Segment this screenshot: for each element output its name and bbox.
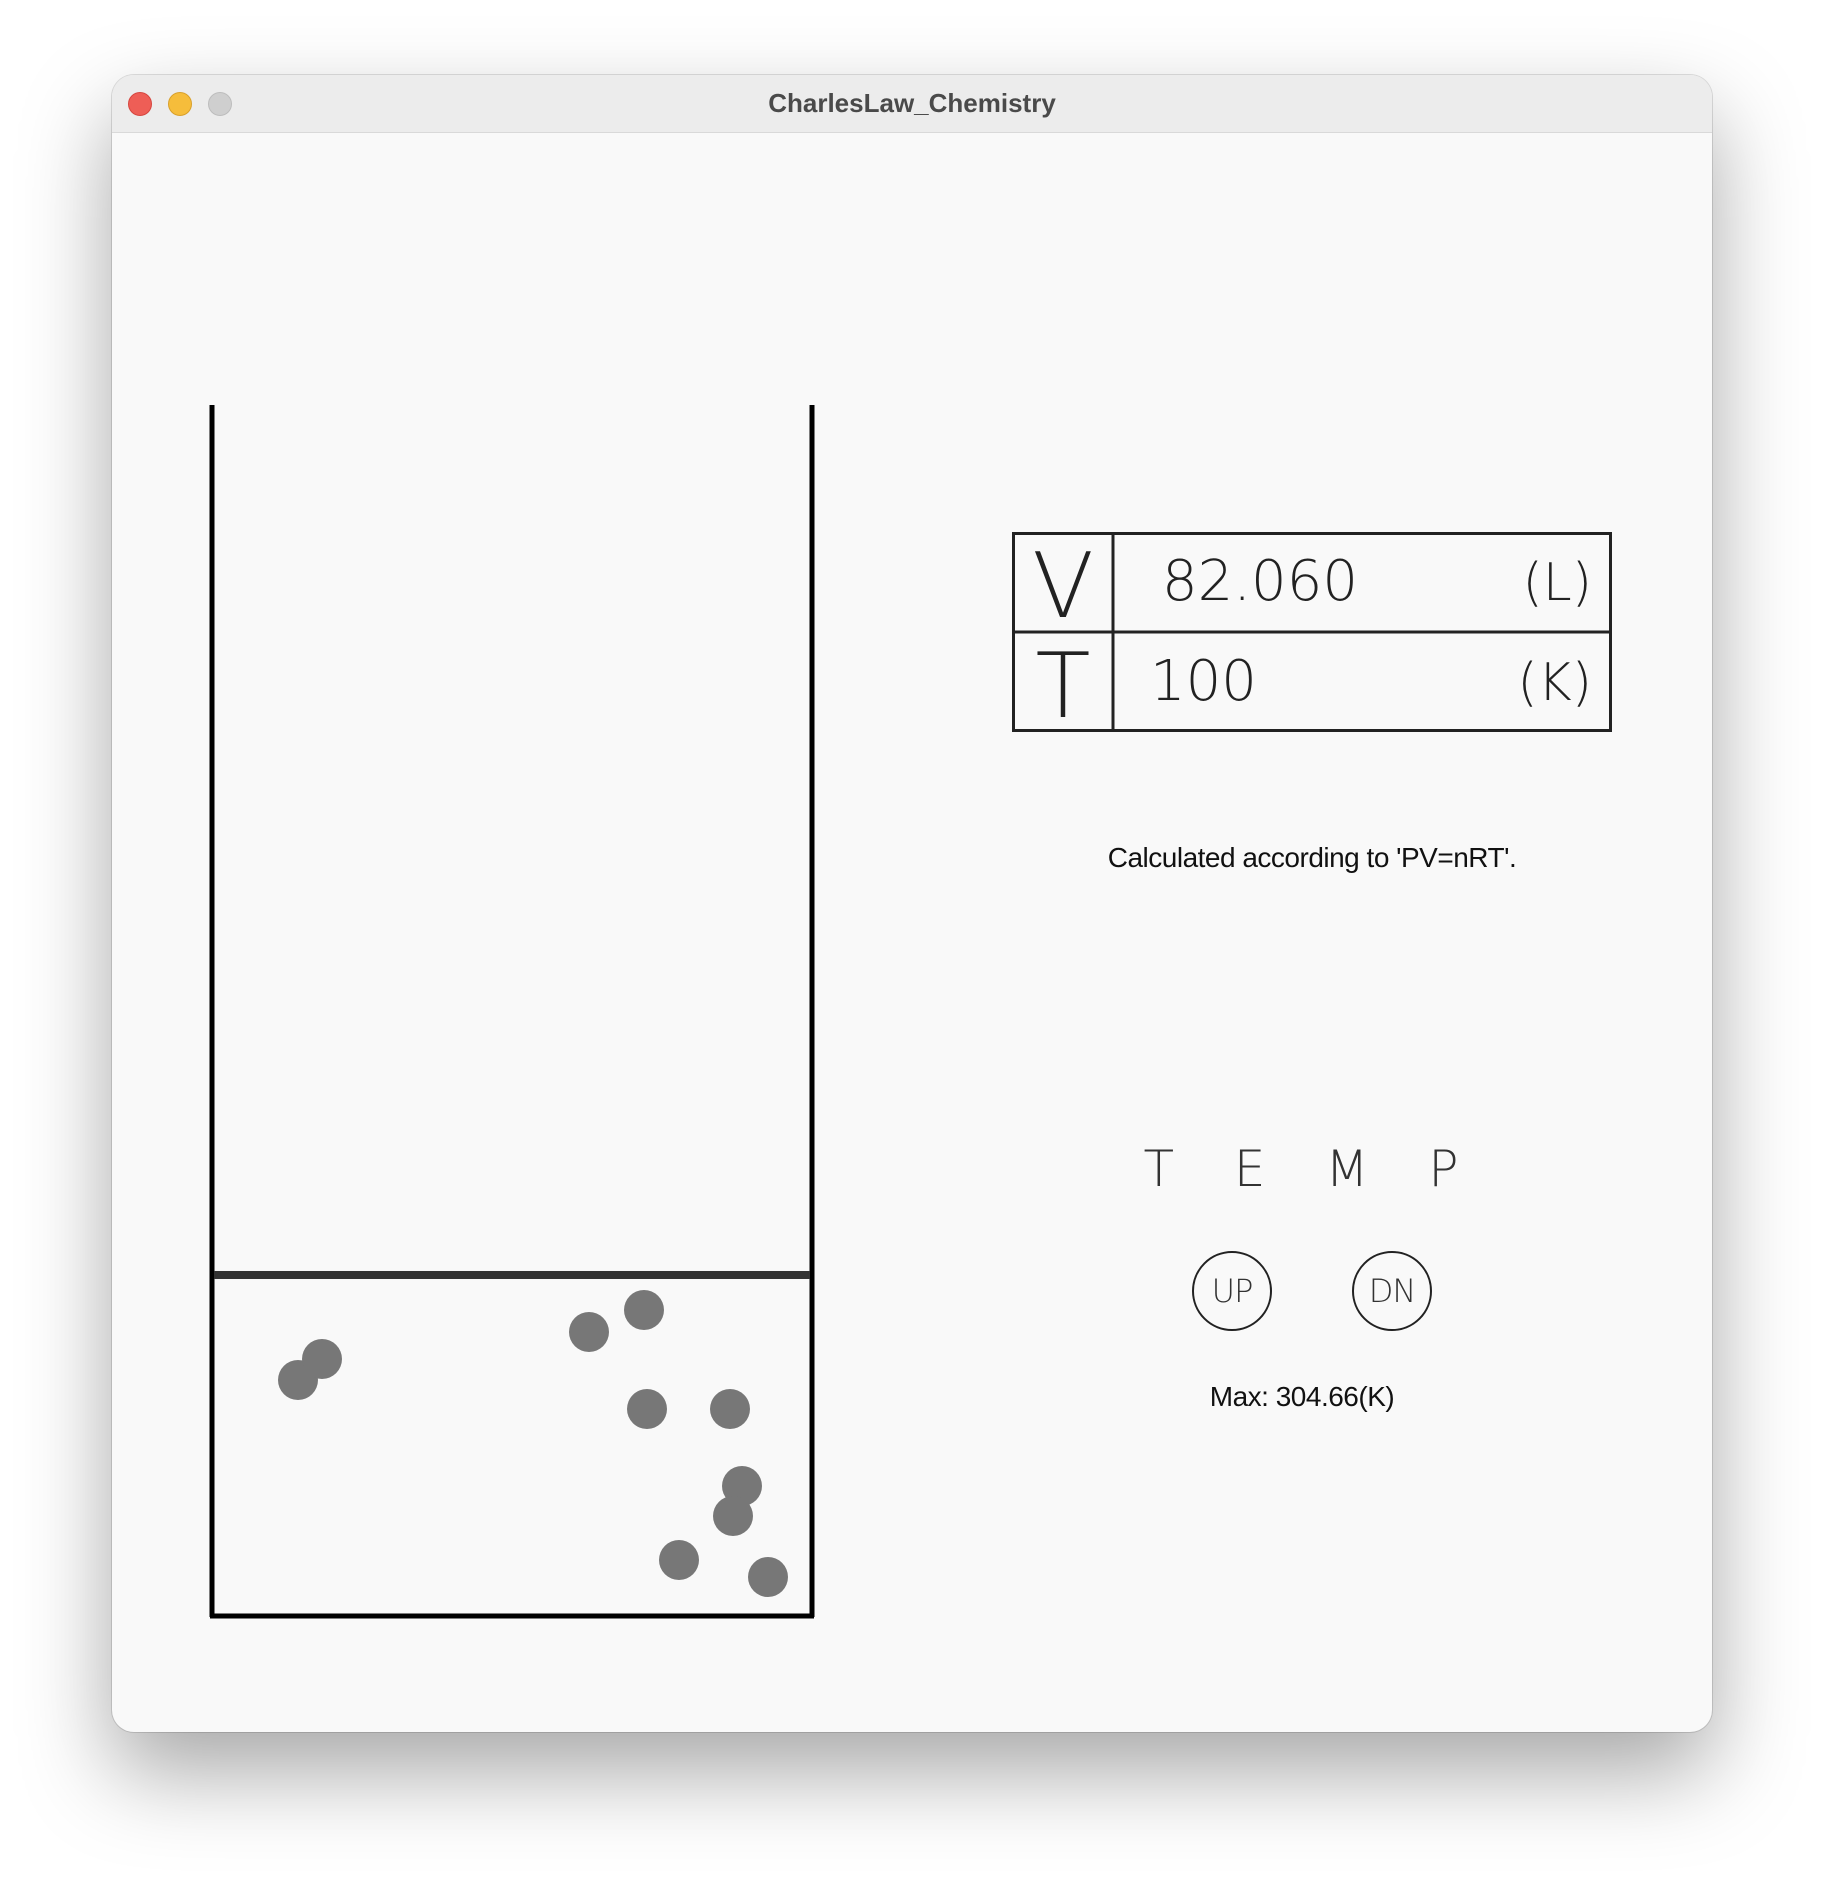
temp-label: T E M P (1143, 1140, 1481, 1198)
temperature-unit: (K) (1517, 653, 1592, 713)
readout-table: V 82.060 (L) T 100 (K) (1012, 532, 1612, 732)
window-title: CharlesLaw_Chemistry (768, 88, 1056, 118)
temp-down-button[interactable]: DN (1352, 1251, 1432, 1331)
title-bar: CharlesLaw_Chemistry (112, 75, 1712, 133)
gas-particle (302, 1339, 342, 1379)
formula-note: Calculated according to 'PV=nRT'. (1107, 842, 1517, 873)
gas-particle (624, 1290, 664, 1330)
gas-particles (278, 1290, 788, 1597)
gas-particle (748, 1557, 788, 1597)
gas-container-canvas (209, 405, 815, 1619)
max-temperature-text: Max: 304.66(K) (1209, 1381, 1395, 1412)
gas-particle (569, 1312, 609, 1352)
volume-unit: (L) (1522, 553, 1592, 613)
volume-value: 82.060 (1162, 549, 1358, 614)
gas-particle (627, 1389, 667, 1429)
temp-up-button[interactable]: UP (1192, 1251, 1272, 1331)
volume-symbol: V (1032, 534, 1094, 639)
gas-particle (710, 1389, 750, 1429)
temperature-value: 100 (1150, 649, 1257, 714)
app-content: V 82.060 (L) T 100 (K) Calculated accord… (112, 132, 1712, 1732)
temperature-symbol: T (1036, 634, 1091, 732)
gas-particle (713, 1496, 753, 1536)
app-window: CharlesLaw_Chemistry V 82.060 (L) T 100 … (112, 75, 1712, 1732)
gas-particle (659, 1540, 699, 1580)
